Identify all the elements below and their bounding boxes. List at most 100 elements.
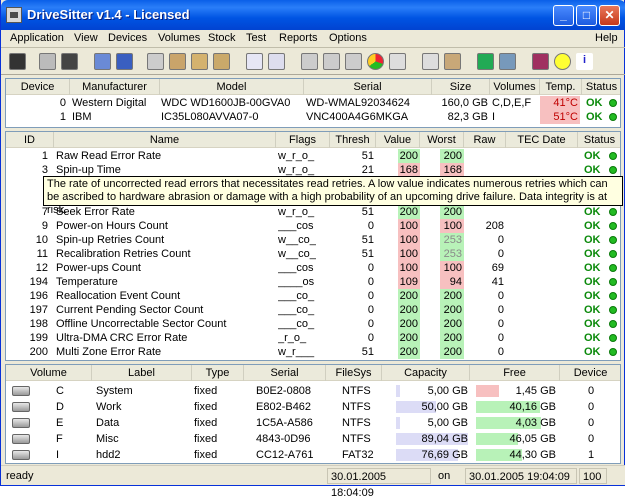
volumes-panel: Volume Label Type Serial FileSys Capacit… [5, 364, 621, 464]
smart-status: OK [584, 220, 601, 232]
device-manufacturer: Western Digital [72, 97, 147, 109]
smart-status: OK [584, 332, 601, 344]
disk-info-icon[interactable] [301, 53, 318, 70]
minimize-button[interactable]: _ [553, 5, 574, 26]
smart-row[interactable]: 200 Multi Zone Error Rate w_r___ 51 200 200 0 O… [6, 345, 620, 359]
col-status[interactable]: Status [582, 79, 620, 95]
smart-row[interactable]: 194 Temperature ____os 0 109 94 41 OK [6, 275, 620, 289]
col-vol-serial[interactable]: Serial [244, 365, 326, 381]
smart-row[interactable]: 7 Seek Error Rate w_r_o_ 51 200 200 OK [6, 205, 620, 219]
smart-thresh: 51 [361, 248, 374, 260]
smart-row[interactable]: 12 Power-ups Count ___cos 0 100 100 69 OK [6, 261, 620, 275]
col-value[interactable]: Value [376, 132, 420, 148]
smart-thresh: 0 [367, 304, 374, 316]
col-name[interactable]: Name [54, 132, 276, 148]
pie-chart-icon[interactable] [367, 53, 384, 70]
smart-row[interactable]: 3 Spin-up Time w_r_o_ 21 168 168 OK [6, 163, 620, 177]
report-icon[interactable] [191, 53, 208, 70]
smart-thresh: 51 [361, 206, 374, 218]
status-ok-icon [609, 278, 617, 286]
smart-row[interactable]: 196 Reallocation Event Count ___co_ 0 200 200… [6, 289, 620, 303]
capacity-value: 76,69 GB [421, 449, 468, 461]
menu-reports[interactable]: Reports [279, 32, 318, 44]
table-icon[interactable] [345, 53, 362, 70]
col-capacity[interactable]: Capacity [382, 365, 470, 381]
check-icon[interactable] [422, 53, 439, 70]
menu-devices[interactable]: Devices [108, 32, 147, 44]
col-manufacturer[interactable]: Manufacturer [70, 79, 160, 95]
col-temp[interactable]: Temp. [540, 79, 582, 95]
close-doc-icon[interactable] [389, 53, 406, 70]
smart-row[interactable]: 1 Raw Read Error Rate w_r_o_ 51 200 200 OK [6, 149, 620, 163]
save-icon[interactable] [9, 53, 26, 70]
col-id[interactable]: ID [6, 132, 54, 148]
volume-row[interactable]: Ihdd2 fixed CC12-A761 FAT32 76,69 GB 44,30 GB… [6, 448, 620, 462]
menu-volumes[interactable]: Volumes [158, 32, 200, 44]
title-bar[interactable]: DriveSitter v1.4 - Licensed _ □ ✕ [1, 0, 625, 30]
col-flags[interactable]: Flags [276, 132, 330, 148]
volume-row[interactable]: D Work fixed E802-B462 NTFS 50,00 GB 40,16 GB 0 [6, 400, 620, 414]
book-icon[interactable] [532, 53, 549, 70]
volumes-header: Volume Label Type Serial FileSys Capacit… [6, 365, 620, 381]
col-status[interactable]: Status [578, 132, 620, 148]
col-type[interactable]: Type [192, 365, 244, 381]
smart-value: 168 [398, 163, 420, 177]
volume-filesys: NTFS [342, 417, 371, 429]
col-device[interactable]: Device [6, 79, 70, 95]
devices-panel: Device Manufacturer Model Serial Size Vo… [5, 78, 621, 128]
smart-worst: 200 [440, 205, 464, 219]
refresh-icon[interactable] [246, 53, 263, 70]
menu-help[interactable]: Help [595, 32, 618, 44]
maximize-button[interactable]: □ [576, 5, 597, 26]
col-label[interactable]: Label [92, 365, 192, 381]
status-text: ready [6, 470, 34, 482]
copy-icon[interactable] [39, 53, 56, 70]
col-filesys[interactable]: FileSys [326, 365, 382, 381]
menu-stock[interactable]: Stock [208, 32, 236, 44]
col-free[interactable]: Free [470, 365, 560, 381]
col-raw[interactable]: Raw [464, 132, 506, 148]
grid-icon[interactable] [268, 53, 285, 70]
col-serial[interactable]: Serial [304, 79, 432, 95]
smart-row[interactable]: 11 Recalibration Retries Count w__co_ 51 100… [6, 247, 620, 261]
col-model[interactable]: Model [160, 79, 304, 95]
volume-row[interactable]: F Misc fixed 4843-0D96 NTFS 89,04 GB 46,05 GB 0 [6, 432, 620, 446]
properties-icon[interactable] [94, 53, 111, 70]
device-id: 0 [59, 97, 66, 109]
smart-row[interactable]: 198 Offline Uncorrectable Sector Count ___… [6, 317, 620, 331]
disk-icon[interactable] [61, 53, 78, 70]
info-icon[interactable]: i [576, 53, 593, 70]
col-vol-device[interactable]: Device [560, 365, 620, 381]
close-button[interactable]: ✕ [599, 5, 620, 26]
download-icon[interactable] [477, 53, 494, 70]
print-preview-icon[interactable] [169, 53, 186, 70]
device-row[interactable]: 1 IBM IC35L080AVVA07-0 VNC400A4G6MKGA 82… [6, 110, 620, 124]
devices-header: Device Manufacturer Model Serial Size Vo… [6, 79, 620, 95]
barcode-icon[interactable] [323, 53, 340, 70]
menu-test[interactable]: Test [246, 32, 266, 44]
col-thresh[interactable]: Thresh [330, 132, 376, 148]
help-bubble-icon[interactable] [554, 53, 571, 70]
volume-label: Data [96, 417, 120, 429]
smart-row[interactable]: 9 Power-on Hours Count ___cos 0 100 100 208 OK [6, 219, 620, 233]
volume-serial: CC12-A761 [256, 449, 314, 461]
col-tec-date[interactable]: TEC Date [506, 132, 578, 148]
menu-options[interactable]: Options [329, 32, 367, 44]
col-worst[interactable]: Worst [420, 132, 464, 148]
print-icon[interactable] [147, 53, 164, 70]
menu-view[interactable]: View [74, 32, 98, 44]
smart-row[interactable]: 199 Ultra-DMA CRC Error Rate _r_o_ 0 200 200 0… [6, 331, 620, 345]
smart-row[interactable]: 10 Spin-up Retries Count w__co_ 51 100 253 0 OK [6, 233, 620, 247]
menu-application[interactable]: Application [10, 32, 64, 44]
smart-row[interactable]: 197 Current Pending Sector Count ___co_ 0 20… [6, 303, 620, 317]
col-size[interactable]: Size [432, 79, 490, 95]
volume-row[interactable]: C System fixed B0E2-0808 NTFS 5,00 GB 1,45 GB 0 [6, 384, 620, 398]
search-icon[interactable] [116, 53, 133, 70]
clipboard-icon[interactable] [444, 53, 461, 70]
volume-row[interactable]: E Data fixed 1C5A-A586 NTFS 5,00 GB 4,03 GB 0 [6, 416, 620, 430]
device-row[interactable]: 0 Western Digital WDC WD1600JB-00GVA0 WD… [6, 96, 620, 110]
edit-report-icon[interactable] [213, 53, 230, 70]
col-volume[interactable]: Volume [6, 365, 92, 381]
col-volumes[interactable]: Volumes [490, 79, 540, 95]
layout-icon[interactable] [499, 53, 516, 70]
